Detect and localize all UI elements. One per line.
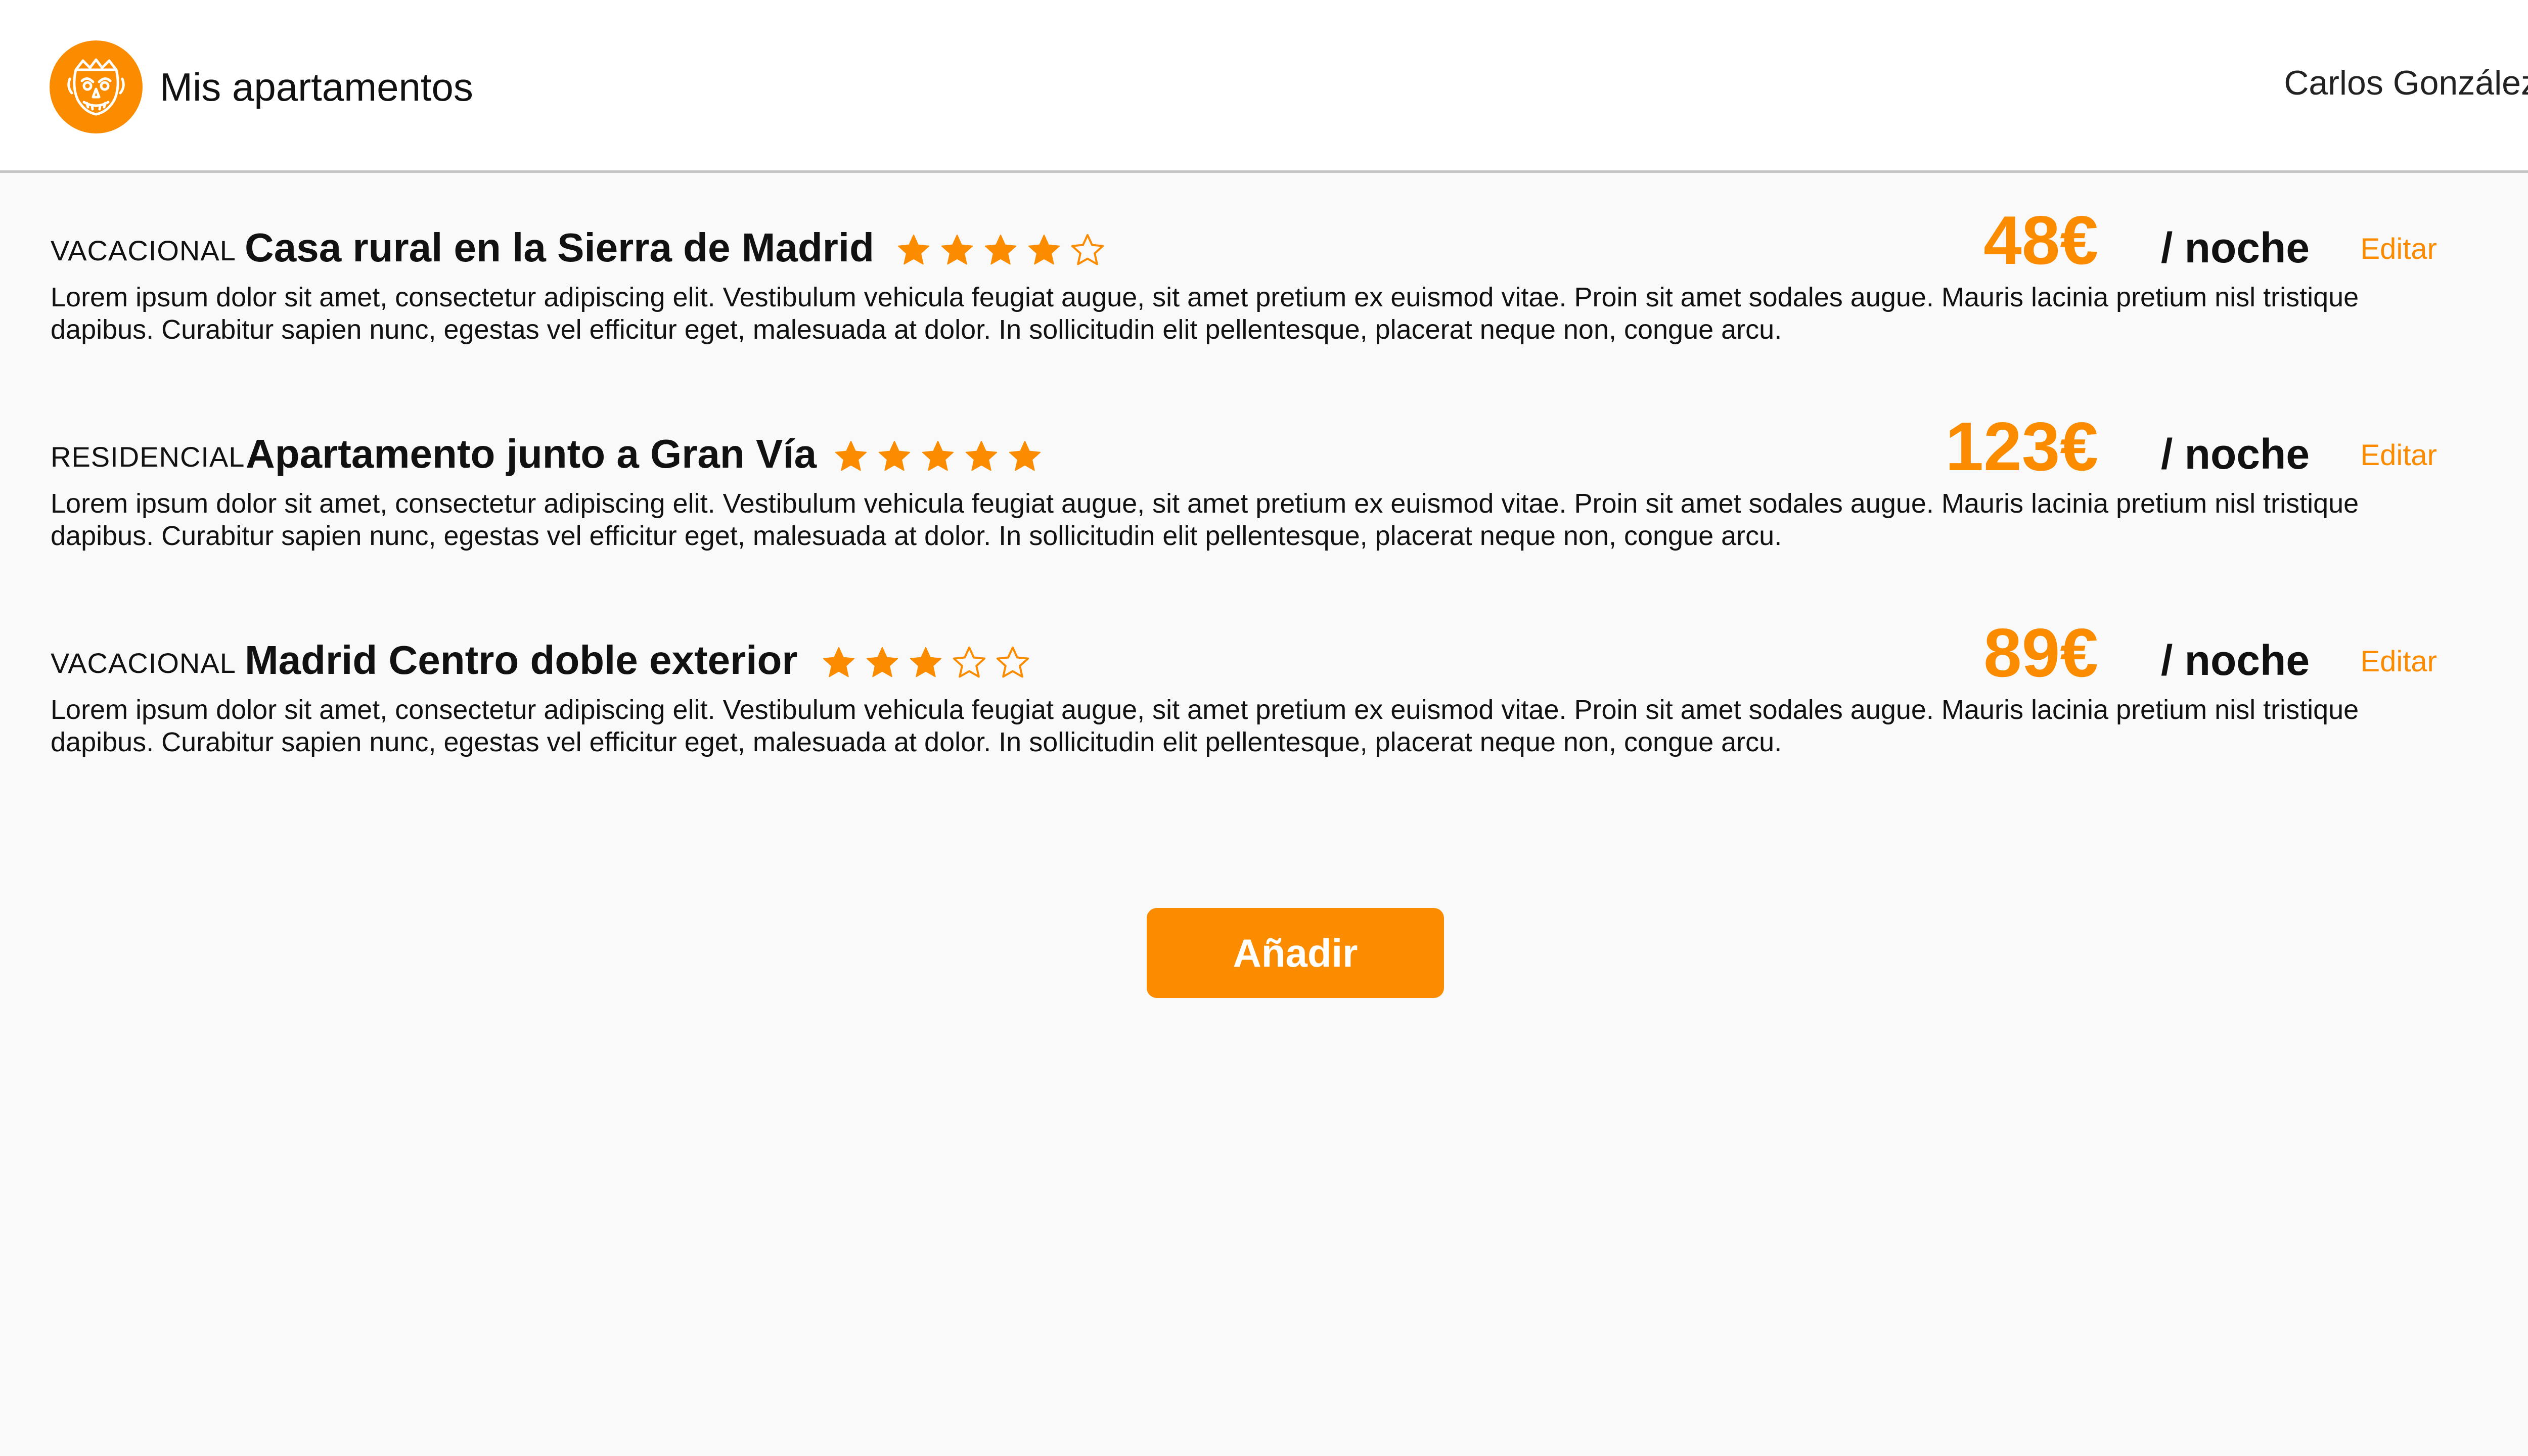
star-outline-icon — [996, 646, 1029, 678]
listing-category: VACACIONAL — [51, 235, 236, 266]
star-filled-icon — [878, 440, 911, 471]
listing-description: Lorem ipsum dolor sit amet, consectetur … — [51, 695, 2359, 757]
listing-category: VACACIONAL — [51, 647, 236, 679]
star-outline-icon — [1071, 234, 1104, 265]
edit-link[interactable]: Editar — [2360, 232, 2437, 267]
edit-link[interactable]: Editar — [2360, 644, 2437, 679]
listing-description: Lorem ipsum dolor sit amet, consectetur … — [51, 488, 2359, 551]
listing-item: RESIDENCIAL Apartamento junto a Gran Vía… — [51, 398, 2437, 551]
star-filled-icon — [984, 234, 1017, 265]
mask-face-icon — [67, 58, 125, 116]
star-filled-icon — [922, 440, 954, 471]
page-title: Mis apartamentos — [160, 65, 473, 109]
listing-price: 89€ — [1983, 614, 2098, 691]
star-filled-icon — [897, 234, 930, 265]
star-filled-icon — [823, 647, 855, 677]
user-name[interactable]: Carlos González — [2284, 63, 2528, 103]
listing-item: VACACIONAL Madrid Centro doble exterior … — [51, 605, 2437, 757]
price-unit: / noche — [2161, 636, 2310, 684]
rating-stars — [820, 644, 1031, 682]
star-filled-icon — [866, 647, 898, 677]
logo[interactable] — [50, 40, 143, 133]
star-outline-icon — [953, 646, 986, 678]
price-unit: / noche — [2161, 430, 2310, 478]
listing-name: Casa rural en la Sierra de Madrid — [245, 225, 874, 270]
listing-category: RESIDENCIAL — [51, 441, 245, 473]
star-filled-icon — [965, 440, 998, 471]
star-filled-icon — [1009, 440, 1041, 471]
price-unit: / noche — [2161, 224, 2310, 271]
listing-name: Madrid Centro doble exterior — [245, 638, 798, 682]
listing-price: 123€ — [1945, 408, 2098, 485]
listing-price: 48€ — [1983, 202, 2098, 279]
listing-description: Lorem ipsum dolor sit amet, consectetur … — [51, 282, 2359, 345]
star-filled-icon — [835, 440, 867, 471]
rating-stars — [895, 232, 1106, 270]
add-button[interactable]: Añadir — [1147, 908, 1444, 998]
star-filled-icon — [1028, 234, 1060, 265]
star-filled-icon — [910, 647, 942, 677]
app-header: Mis apartamentos Carlos González — [0, 0, 2528, 173]
listing-item: VACACIONAL Casa rural en la Sierra de Ma… — [51, 192, 2437, 345]
star-filled-icon — [941, 234, 973, 265]
rating-stars — [832, 438, 1044, 476]
listing-name: Apartamento junto a Gran Vía — [246, 431, 817, 476]
edit-link[interactable]: Editar — [2360, 438, 2437, 473]
